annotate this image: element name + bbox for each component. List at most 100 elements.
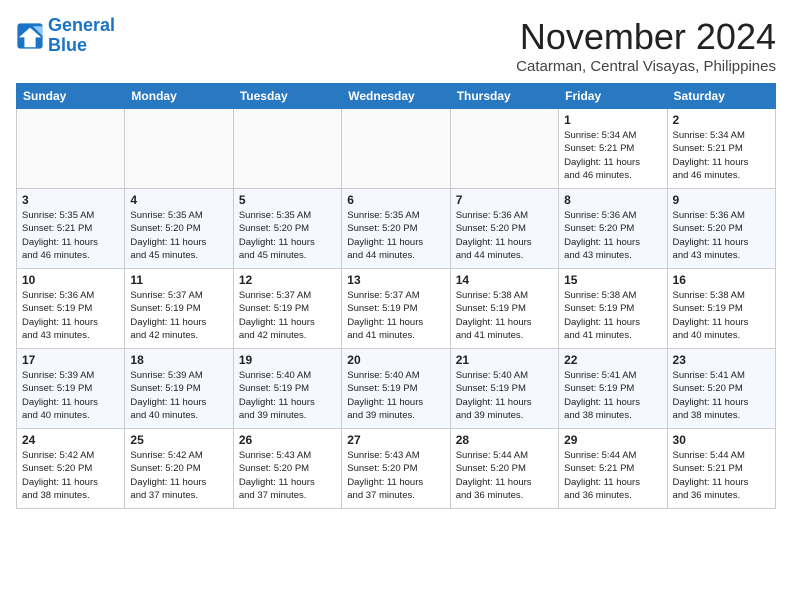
day-info: Sunrise: 5:40 AM Sunset: 5:19 PM Dayligh… bbox=[239, 369, 336, 422]
week-row-1: 1 Sunrise: 5:34 AM Sunset: 5:21 PM Daylig… bbox=[17, 109, 776, 189]
day-number: 28 bbox=[456, 433, 553, 447]
day-number: 11 bbox=[130, 273, 227, 287]
logo: General Blue bbox=[16, 16, 115, 56]
day-number: 26 bbox=[239, 433, 336, 447]
day-number: 3 bbox=[22, 193, 119, 207]
day-info: Sunrise: 5:38 AM Sunset: 5:19 PM Dayligh… bbox=[673, 289, 770, 342]
day-number: 21 bbox=[456, 353, 553, 367]
calendar-cell: 7 Sunrise: 5:36 AM Sunset: 5:20 PM Daylig… bbox=[450, 189, 558, 269]
calendar-cell: 3 Sunrise: 5:35 AM Sunset: 5:21 PM Daylig… bbox=[17, 189, 125, 269]
day-number: 6 bbox=[347, 193, 444, 207]
day-number: 20 bbox=[347, 353, 444, 367]
calendar-cell: 23 Sunrise: 5:41 AM Sunset: 5:20 PM Dayli… bbox=[667, 349, 775, 429]
calendar-cell: 2Sunrise: 5:34 AM Sunset: 5:21 PM Daylig… bbox=[667, 109, 775, 189]
day-info: Sunrise: 5:37 AM Sunset: 5:19 PM Dayligh… bbox=[239, 289, 336, 342]
calendar-cell: 15Sunrise: 5:38 AM Sunset: 5:19 PM Dayli… bbox=[559, 269, 667, 349]
calendar-cell bbox=[450, 109, 558, 189]
day-info: Sunrise: 5:43 AM Sunset: 5:20 PM Dayligh… bbox=[347, 449, 444, 502]
day-number: 24 bbox=[22, 433, 119, 447]
day-info: Sunrise: 5:39 AM Sunset: 5:19 PM Dayligh… bbox=[22, 369, 119, 422]
day-number: 5 bbox=[239, 193, 336, 207]
calendar-cell: 28 Sunrise: 5:44 AM Sunset: 5:20 PM Dayli… bbox=[450, 429, 558, 509]
title-block: November 2024 Catarman, Central Visayas,… bbox=[516, 16, 776, 75]
calendar-cell: 29 Sunrise: 5:44 AM Sunset: 5:21 PM Dayli… bbox=[559, 429, 667, 509]
day-info: Sunrise: 5:38 AM Sunset: 5:19 PM Dayligh… bbox=[456, 289, 553, 342]
weekday-header-friday: Friday bbox=[559, 84, 667, 109]
day-number: 7 bbox=[456, 193, 553, 207]
day-info: Sunrise: 5:37 AM Sunset: 5:19 PM Dayligh… bbox=[130, 289, 227, 342]
calendar-cell: 17 Sunrise: 5:39 AM Sunset: 5:19 PM Dayli… bbox=[17, 349, 125, 429]
day-info: Sunrise: 5:35 AM Sunset: 5:20 PM Dayligh… bbox=[239, 209, 336, 262]
calendar-cell bbox=[342, 109, 450, 189]
calendar-cell: 1 Sunrise: 5:34 AM Sunset: 5:21 PM Daylig… bbox=[559, 109, 667, 189]
day-number: 22 bbox=[564, 353, 661, 367]
calendar-cell: 9 Sunrise: 5:36 AM Sunset: 5:20 PM Daylig… bbox=[667, 189, 775, 269]
day-info: Sunrise: 5:35 AM Sunset: 5:21 PM Dayligh… bbox=[22, 209, 119, 262]
day-number: 10 bbox=[22, 273, 119, 287]
day-number: 19 bbox=[239, 353, 336, 367]
day-number: 29 bbox=[564, 433, 661, 447]
day-number: 30 bbox=[673, 433, 770, 447]
calendar-cell: 27 Sunrise: 5:43 AM Sunset: 5:20 PM Dayli… bbox=[342, 429, 450, 509]
calendar-cell: 20 Sunrise: 5:40 AM Sunset: 5:19 PM Dayli… bbox=[342, 349, 450, 429]
day-number: 12 bbox=[239, 273, 336, 287]
day-info: Sunrise: 5:43 AM Sunset: 5:20 PM Dayligh… bbox=[239, 449, 336, 502]
calendar-cell: 22Sunrise: 5:41 AM Sunset: 5:19 PM Dayli… bbox=[559, 349, 667, 429]
calendar-cell bbox=[233, 109, 341, 189]
day-info: Sunrise: 5:39 AM Sunset: 5:19 PM Dayligh… bbox=[130, 369, 227, 422]
day-number: 16 bbox=[673, 273, 770, 287]
calendar-cell bbox=[125, 109, 233, 189]
day-number: 9 bbox=[673, 193, 770, 207]
day-number: 1 bbox=[564, 113, 661, 127]
day-info: Sunrise: 5:41 AM Sunset: 5:20 PM Dayligh… bbox=[673, 369, 770, 422]
calendar-cell: 5 Sunrise: 5:35 AM Sunset: 5:20 PM Daylig… bbox=[233, 189, 341, 269]
day-info: Sunrise: 5:36 AM Sunset: 5:20 PM Dayligh… bbox=[673, 209, 770, 262]
day-info: Sunrise: 5:40 AM Sunset: 5:19 PM Dayligh… bbox=[347, 369, 444, 422]
day-number: 2 bbox=[673, 113, 770, 127]
calendar-cell: 8 Sunrise: 5:36 AM Sunset: 5:20 PM Daylig… bbox=[559, 189, 667, 269]
day-number: 23 bbox=[673, 353, 770, 367]
weekday-header-wednesday: Wednesday bbox=[342, 84, 450, 109]
weekday-header-sunday: Sunday bbox=[17, 84, 125, 109]
day-number: 25 bbox=[130, 433, 227, 447]
day-info: Sunrise: 5:36 AM Sunset: 5:20 PM Dayligh… bbox=[564, 209, 661, 262]
day-number: 14 bbox=[456, 273, 553, 287]
calendar-cell: 12 Sunrise: 5:37 AM Sunset: 5:19 PM Dayli… bbox=[233, 269, 341, 349]
day-info: Sunrise: 5:42 AM Sunset: 5:20 PM Dayligh… bbox=[22, 449, 119, 502]
day-number: 13 bbox=[347, 273, 444, 287]
calendar-cell: 4Sunrise: 5:35 AM Sunset: 5:20 PM Daylig… bbox=[125, 189, 233, 269]
day-info: Sunrise: 5:44 AM Sunset: 5:20 PM Dayligh… bbox=[456, 449, 553, 502]
week-row-5: 24 Sunrise: 5:42 AM Sunset: 5:20 PM Dayli… bbox=[17, 429, 776, 509]
calendar-cell: 30 Sunrise: 5:44 AM Sunset: 5:21 PM Dayli… bbox=[667, 429, 775, 509]
logo-text: General Blue bbox=[48, 16, 115, 56]
day-number: 18 bbox=[130, 353, 227, 367]
day-info: Sunrise: 5:34 AM Sunset: 5:21 PM Dayligh… bbox=[564, 129, 661, 182]
calendar-cell: 14 Sunrise: 5:38 AM Sunset: 5:19 PM Dayli… bbox=[450, 269, 558, 349]
calendar-cell: 11 Sunrise: 5:37 AM Sunset: 5:19 PM Dayli… bbox=[125, 269, 233, 349]
week-row-4: 17 Sunrise: 5:39 AM Sunset: 5:19 PM Dayli… bbox=[17, 349, 776, 429]
calendar-cell: 26 Sunrise: 5:43 AM Sunset: 5:20 PM Dayli… bbox=[233, 429, 341, 509]
week-row-3: 10Sunrise: 5:36 AM Sunset: 5:19 PM Dayli… bbox=[17, 269, 776, 349]
calendar-cell: 21 Sunrise: 5:40 AM Sunset: 5:19 PM Dayli… bbox=[450, 349, 558, 429]
calendar-cell: 19 Sunrise: 5:40 AM Sunset: 5:19 PM Dayli… bbox=[233, 349, 341, 429]
day-number: 27 bbox=[347, 433, 444, 447]
day-info: Sunrise: 5:44 AM Sunset: 5:21 PM Dayligh… bbox=[673, 449, 770, 502]
day-info: Sunrise: 5:36 AM Sunset: 5:20 PM Dayligh… bbox=[456, 209, 553, 262]
weekday-header-saturday: Saturday bbox=[667, 84, 775, 109]
weekday-header-thursday: Thursday bbox=[450, 84, 558, 109]
day-info: Sunrise: 5:38 AM Sunset: 5:19 PM Dayligh… bbox=[564, 289, 661, 342]
calendar-cell bbox=[17, 109, 125, 189]
calendar-cell: 16 Sunrise: 5:38 AM Sunset: 5:19 PM Dayli… bbox=[667, 269, 775, 349]
day-number: 4 bbox=[130, 193, 227, 207]
calendar-cell: 18 Sunrise: 5:39 AM Sunset: 5:19 PM Dayli… bbox=[125, 349, 233, 429]
day-number: 17 bbox=[22, 353, 119, 367]
calendar-cell: 13Sunrise: 5:37 AM Sunset: 5:19 PM Dayli… bbox=[342, 269, 450, 349]
weekday-header-tuesday: Tuesday bbox=[233, 84, 341, 109]
day-info: Sunrise: 5:40 AM Sunset: 5:19 PM Dayligh… bbox=[456, 369, 553, 422]
calendar-cell: 24 Sunrise: 5:42 AM Sunset: 5:20 PM Dayli… bbox=[17, 429, 125, 509]
day-number: 8 bbox=[564, 193, 661, 207]
day-info: Sunrise: 5:44 AM Sunset: 5:21 PM Dayligh… bbox=[564, 449, 661, 502]
month-title: November 2024 bbox=[516, 16, 776, 58]
calendar-cell: 6 Sunrise: 5:35 AM Sunset: 5:20 PM Daylig… bbox=[342, 189, 450, 269]
day-info: Sunrise: 5:35 AM Sunset: 5:20 PM Dayligh… bbox=[347, 209, 444, 262]
